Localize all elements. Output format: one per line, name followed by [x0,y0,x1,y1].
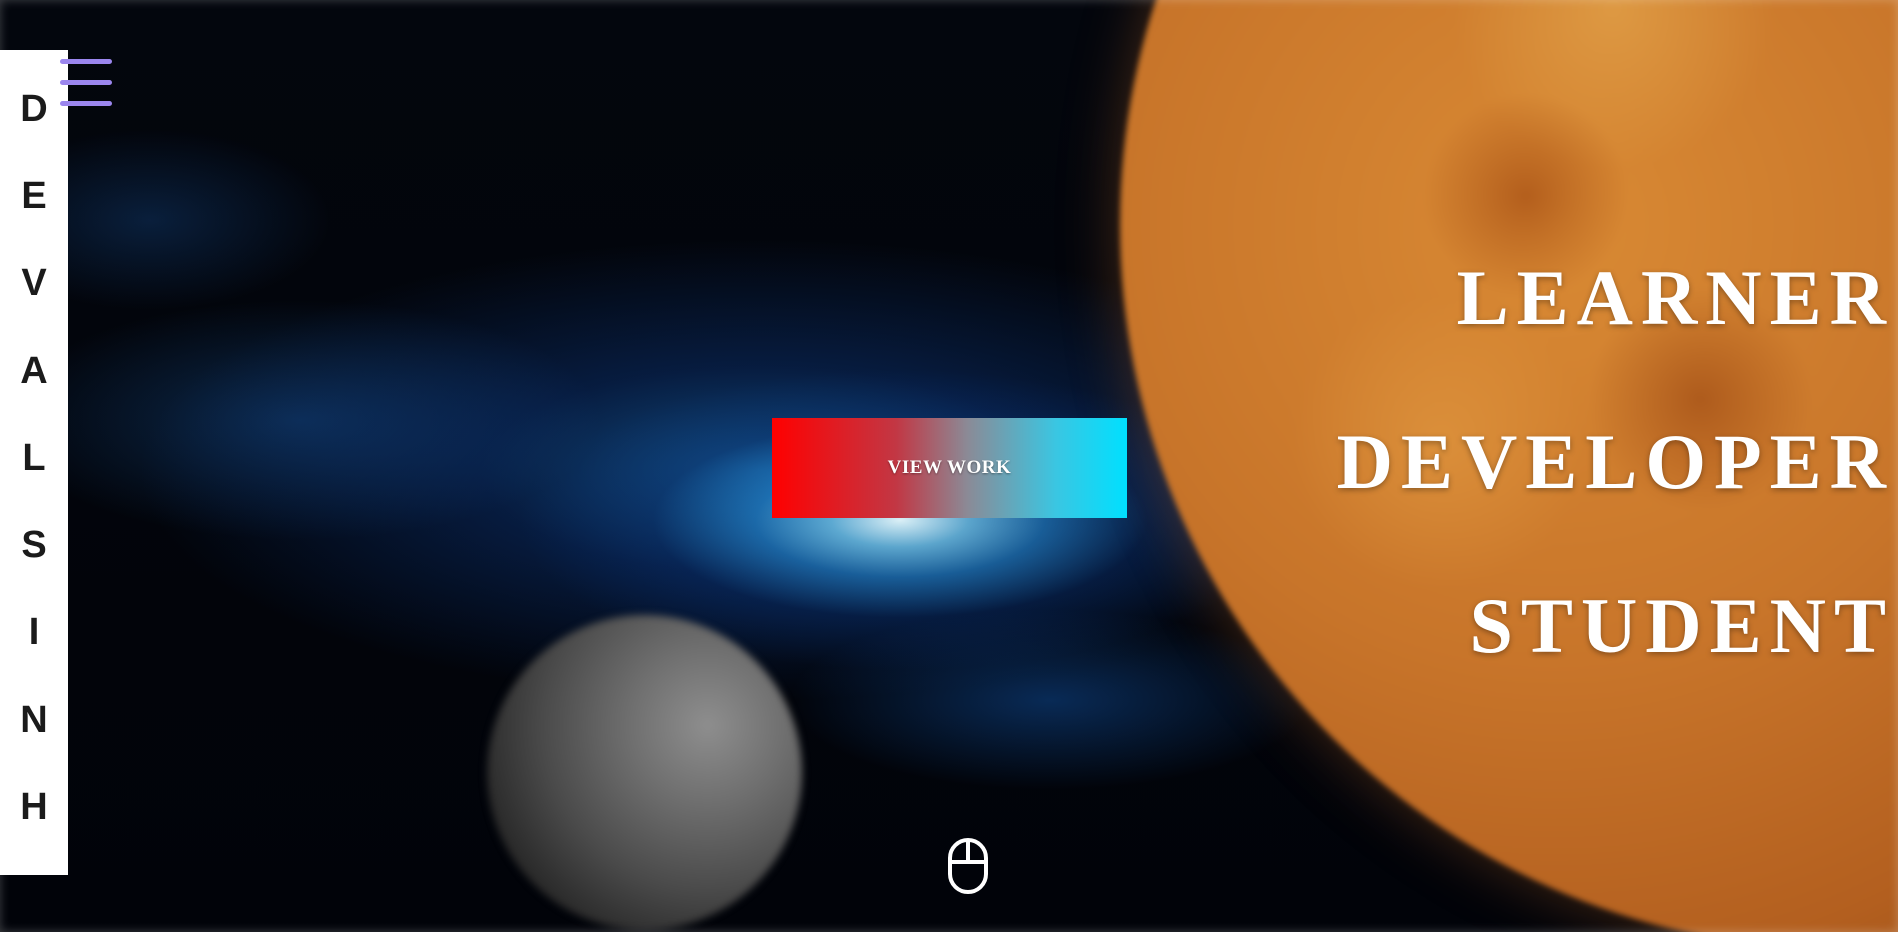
role-title: STUDENT [1469,582,1894,669]
role-list: LEARNER DEVELOPER STUDENT [1337,258,1894,750]
brand-letter: H [20,785,48,828]
menu-bar-bottom [60,101,112,106]
brand-letter: L [22,436,46,479]
brand-letter: A [20,349,48,392]
brand-letter: V [21,262,47,305]
view-work-button[interactable]: VIEW WORK [772,418,1127,518]
gray-moon-background [487,615,802,930]
hero-section: D E V A L S I N H VIEW WORK LEARNER DEVE… [0,0,1898,932]
vertical-brand-name: D E V A L S I N H [0,50,68,875]
brand-letter: I [28,611,40,654]
menu-bar-top [60,59,112,64]
brand-letter: N [20,698,48,741]
mouse-scroll-icon-svg [948,838,988,894]
brand-letter: E [21,175,47,218]
role-title: DEVELOPER [1336,418,1894,505]
role-title: LEARNER [1456,254,1894,341]
hamburger-menu-icon[interactable] [58,56,114,111]
menu-bar-middle [60,80,112,85]
mouse-scroll-icon[interactable] [946,838,990,894]
brand-letter: S [21,524,47,567]
